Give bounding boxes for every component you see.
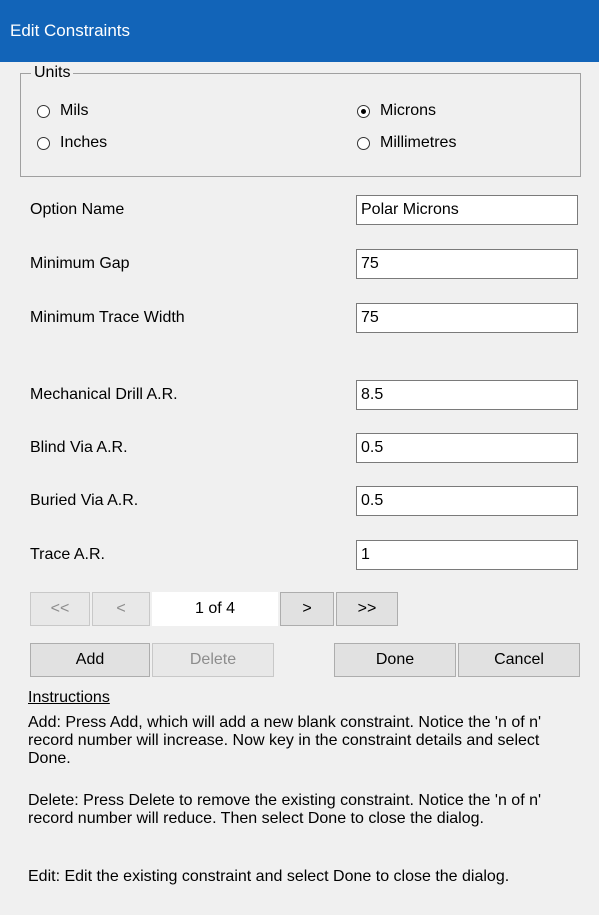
minimum-gap-input[interactable] [356, 249, 578, 279]
radio-mils-label: Mils [60, 102, 89, 119]
done-button[interactable]: Done [334, 643, 456, 677]
radio-mils[interactable]: Mils [37, 102, 88, 120]
buried-via-ar-label: Buried Via A.R. [30, 492, 139, 509]
record-counter: 1 of 4 [152, 592, 278, 626]
instructions-delete: Delete: Press Delete to remove the exist… [28, 792, 542, 827]
radio-millimetres[interactable]: Millimetres [357, 134, 456, 152]
radio-inches[interactable]: Inches [37, 134, 107, 152]
option-name-label: Option Name [30, 201, 125, 218]
buried-via-ar-input[interactable] [356, 486, 578, 516]
minimum-trace-width-label: Minimum Trace Width [30, 309, 185, 326]
blind-via-ar-label: Blind Via A.R. [30, 439, 128, 456]
minimum-gap-label: Minimum Gap [30, 255, 130, 272]
cancel-button[interactable]: Cancel [458, 643, 580, 677]
units-legend: Units [31, 64, 74, 82]
radio-millimetres-label: Millimetres [380, 134, 457, 151]
mechanical-drill-ar-input[interactable] [356, 380, 578, 410]
option-name-input[interactable] [356, 195, 578, 225]
first-record-button[interactable]: << [30, 592, 90, 626]
radio-mils-indicator [37, 104, 50, 118]
radio-microns[interactable]: Microns [357, 102, 436, 120]
add-button[interactable]: Add [30, 643, 150, 677]
last-record-button[interactable]: >> [336, 592, 398, 626]
next-record-button[interactable]: > [280, 592, 334, 626]
previous-record-button[interactable]: < [92, 592, 150, 626]
delete-button[interactable]: Delete [152, 643, 274, 677]
radio-microns-indicator [357, 104, 370, 118]
minimum-trace-width-input[interactable] [356, 303, 578, 333]
radio-inches-indicator [37, 136, 50, 150]
instructions-edit: Edit: Edit the existing constraint and s… [28, 868, 510, 885]
radio-millimetres-indicator [357, 136, 370, 150]
trace-ar-input[interactable] [356, 540, 578, 570]
radio-microns-label: Microns [380, 102, 437, 119]
instructions-heading: Instructions [28, 689, 110, 706]
blind-via-ar-input[interactable] [356, 433, 578, 463]
trace-ar-label: Trace A.R. [30, 546, 105, 563]
window-title: Edit Constraints [0, 0, 599, 62]
mechanical-drill-ar-label: Mechanical Drill A.R. [30, 386, 178, 403]
instructions-add: Add: Press Add, which will add a new bla… [28, 714, 542, 767]
radio-inches-label: Inches [60, 134, 108, 151]
units-group: Units Mils Microns Inches Millimetres [20, 64, 581, 177]
